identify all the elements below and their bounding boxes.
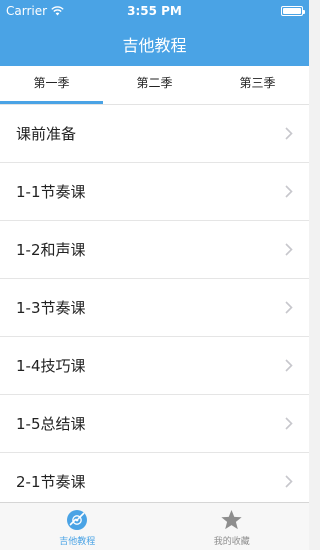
status-bar: Carrier 3:55 PM — [0, 0, 309, 22]
tab-season-3[interactable]: 第三季 — [206, 66, 309, 104]
page-title: 吉他教程 — [122, 36, 187, 55]
chevron-right-icon — [285, 185, 293, 198]
tabbar-label: 我的收藏 — [213, 537, 250, 547]
lesson-label: 1-5总结课 — [16, 415, 86, 433]
star-icon — [221, 509, 242, 530]
app-header: Carrier 3:55 PM 吉他教程 — [0, 0, 309, 66]
lesson-item[interactable]: 课前准备 — [0, 105, 309, 163]
tab-season-1[interactable]: 第一季 — [0, 66, 103, 104]
lesson-item[interactable]: 1-1节奏课 — [0, 163, 309, 221]
chevron-right-icon — [285, 301, 293, 314]
lesson-item[interactable]: 1-2和声课 — [0, 221, 309, 279]
chevron-right-icon — [285, 243, 293, 256]
season-tabs: 第一季 第二季 第三季 — [0, 66, 309, 105]
bottom-tabbar: 吉他教程 我的收藏 — [0, 502, 309, 550]
lesson-list: 课前准备 1-1节奏课 1-2和声课 1-3节奏课 1-4技巧课 1-5总结课 … — [0, 105, 309, 502]
tabbar-item-guitar-tutorial[interactable]: 吉他教程 — [0, 503, 155, 550]
battery-icon — [281, 6, 305, 16]
lesson-label: 1-4技巧课 — [16, 357, 86, 375]
chevron-right-icon — [285, 475, 293, 488]
lesson-label: 课前准备 — [16, 125, 77, 143]
tabbar-label: 吉他教程 — [59, 537, 96, 547]
tabbar-item-favorites[interactable]: 我的收藏 — [155, 503, 310, 550]
chevron-right-icon — [285, 127, 293, 140]
status-time: 3:55 PM — [127, 4, 182, 18]
lesson-label: 1-1节奏课 — [16, 183, 86, 201]
chevron-right-icon — [285, 417, 293, 430]
lesson-item[interactable]: 1-5总结课 — [0, 395, 309, 453]
tab-season-2[interactable]: 第二季 — [103, 66, 206, 104]
lesson-label: 2-1节奏课 — [16, 473, 86, 491]
lesson-item[interactable]: 1-4技巧课 — [0, 337, 309, 395]
lesson-item[interactable]: 2-1节奏课 — [0, 453, 309, 502]
guitar-disc-icon — [67, 510, 88, 530]
lesson-label: 1-3节奏课 — [16, 299, 86, 317]
lesson-item[interactable]: 1-3节奏课 — [0, 279, 309, 337]
lesson-label: 1-2和声课 — [16, 241, 86, 259]
chevron-right-icon — [285, 359, 293, 372]
